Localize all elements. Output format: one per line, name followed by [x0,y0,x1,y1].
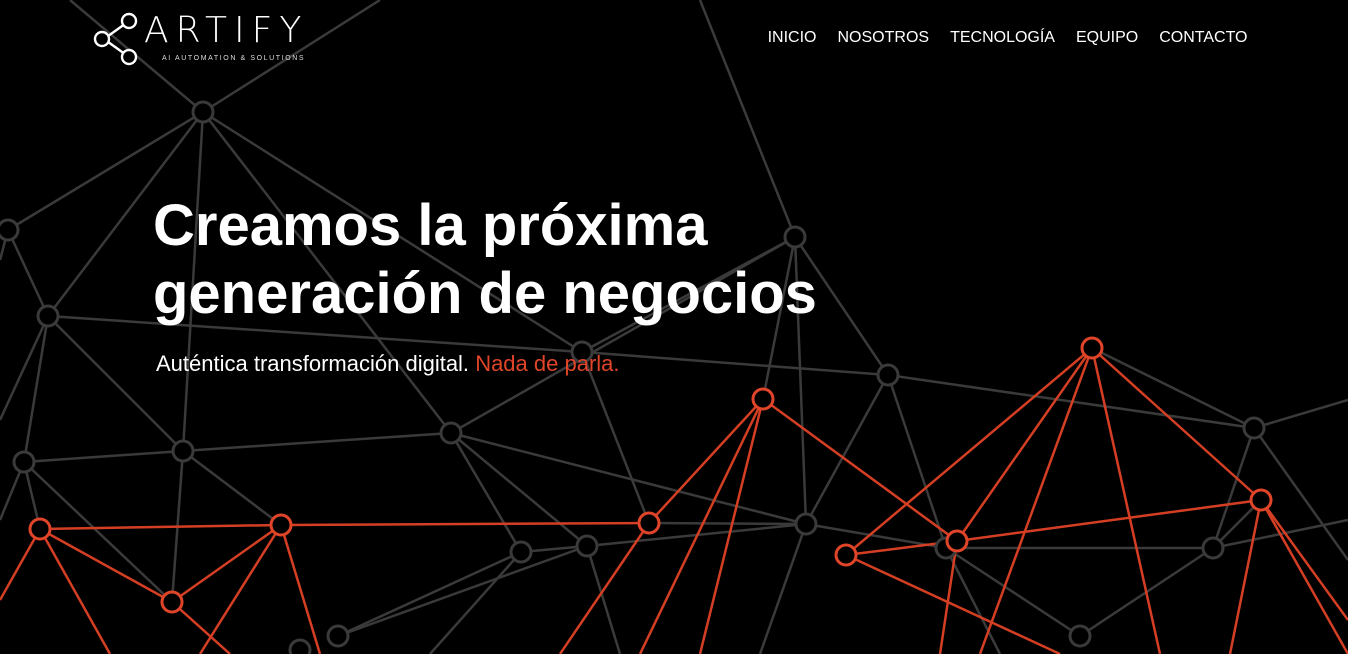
network-node [1242,416,1266,440]
network-line [585,545,622,654]
hero-subtitle-main: Auténtica transformación digital. [156,351,470,376]
site-header: ARTIFY AI AUTOMATION & SOLUTIONS INICIO … [0,0,1348,80]
network-line [1091,347,1262,501]
network-line [6,229,50,317]
network-node [171,439,195,463]
hero-subtitle: Auténtica transformación digital. Nada d… [156,350,913,378]
network-line [429,551,522,654]
network-line [23,449,184,464]
network-node [945,529,969,553]
nav-item-contacto[interactable]: CONTACTO [1149,28,1258,48]
network-line [198,524,283,654]
network-node [28,517,52,541]
network-line [337,550,522,638]
network-line [279,524,322,654]
network-node [0,218,20,242]
network-node [509,540,533,564]
network-node [575,534,599,558]
network-node [637,511,661,535]
hero-title: Creamos la próxima generación de negocio… [153,192,913,328]
network-node [269,513,293,537]
network-node [191,100,215,124]
hero-title-line2: generación de negocios [153,261,817,326]
network-line [337,544,588,638]
network-line [171,601,231,654]
network-line [1253,398,1348,430]
network-node [1068,624,1092,648]
network-line [1090,347,1162,654]
network-line [1259,499,1348,621]
network-line [648,398,764,524]
main-nav: INICIO NOSOTROS TECNOLOGÍA EQUIPO CONTAC… [757,28,1258,48]
brand-logo[interactable]: ARTIFY AI AUTOMATION & SOLUTIONS [92,10,324,70]
hero-section: Creamos la próxima generación de negocio… [153,192,913,378]
network-line [39,523,282,531]
nav-item-inicio[interactable]: INICIO [757,28,827,48]
network-line [0,528,42,601]
share-nodes-icon [93,12,138,66]
network-line [171,523,282,604]
network-node [751,387,775,411]
network-line [648,521,807,526]
network-node [36,304,60,328]
brand-name: ARTIFY [144,10,309,51]
network-line [182,450,282,526]
nav-item-nosotros[interactable]: NOSOTROS [827,28,940,48]
network-node [326,624,350,648]
nav-item-equipo[interactable]: EQUIPO [1065,28,1148,48]
nav-item-tecnologia[interactable]: TECNOLOGÍA [940,28,1066,48]
network-line [449,432,523,553]
network-line [280,521,650,527]
brand-tagline: AI AUTOMATION & SOLUTIONS [162,55,306,62]
network-line [886,374,948,549]
network-line [804,374,890,525]
network-node [794,512,818,536]
network-line [182,431,452,453]
network-line [558,522,651,654]
network-node [12,450,36,474]
network-node [834,543,858,567]
network-node [1249,488,1273,512]
network-line [0,315,50,421]
network-node [288,638,312,654]
network-line [1228,499,1263,654]
network-line [22,315,50,463]
network-line [698,398,765,654]
network-node [439,421,463,445]
network-line [758,523,808,654]
hero-title-line1: Creamos la próxima [153,193,708,258]
network-node [1080,336,1104,360]
hero-subtitle-accent: Nada de parla. [475,351,620,376]
network-node [160,590,184,614]
network-node [1201,536,1225,560]
network-line [956,498,1262,543]
